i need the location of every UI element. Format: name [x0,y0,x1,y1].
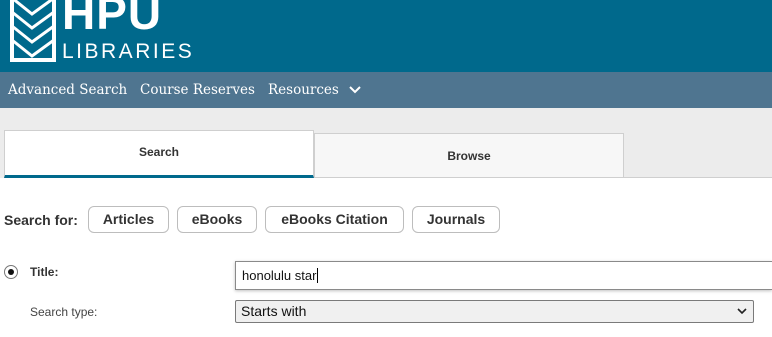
filter-articles-button[interactable]: Articles [88,206,169,233]
tabs-divider [624,177,772,178]
site-header: HPU LIBRARIES [0,0,772,72]
filter-journals-button[interactable]: Journals [412,206,500,233]
filter-ebooks-button[interactable]: eBooks [177,206,257,233]
title-field-label: Title: [30,265,59,279]
text-caret [317,267,319,283]
filter-ebooks-citation-button[interactable]: eBooks Citation [265,206,404,233]
nav-advanced-search-label: Advanced Search [8,82,128,98]
tabs-bar: Search Browse [0,108,772,178]
title-search-value: honolulu star [242,268,317,283]
nav-resources-label: Resources [268,82,339,98]
title-search-input[interactable]: honolulu star [235,261,772,290]
search-type-value: Starts with [241,303,307,319]
nav-advanced-search[interactable]: Advanced Search [8,72,127,108]
tab-search[interactable]: Search [4,130,314,178]
logo-subtitle: LIBRARIES [62,40,195,63]
chevron-down-icon [737,308,747,315]
radio-selected-dot [8,269,14,275]
logo-title: HPU [62,0,163,39]
search-for-label: Search for: [4,212,78,228]
nav-course-reserves[interactable]: Course Reserves [140,72,255,108]
search-type-label: Search type: [30,305,98,319]
nav-course-reserves-label: Course Reserves [140,82,255,98]
nav-resources[interactable]: Resources [268,72,361,108]
chevron-down-icon [349,85,361,93]
search-type-select[interactable]: Starts with [235,300,754,323]
hpu-diamond-icon[interactable] [10,0,56,62]
main-nav: Advanced Search Course Reserves Resource… [0,72,772,108]
tab-browse[interactable]: Browse [314,133,624,178]
title-radio[interactable] [4,265,18,279]
